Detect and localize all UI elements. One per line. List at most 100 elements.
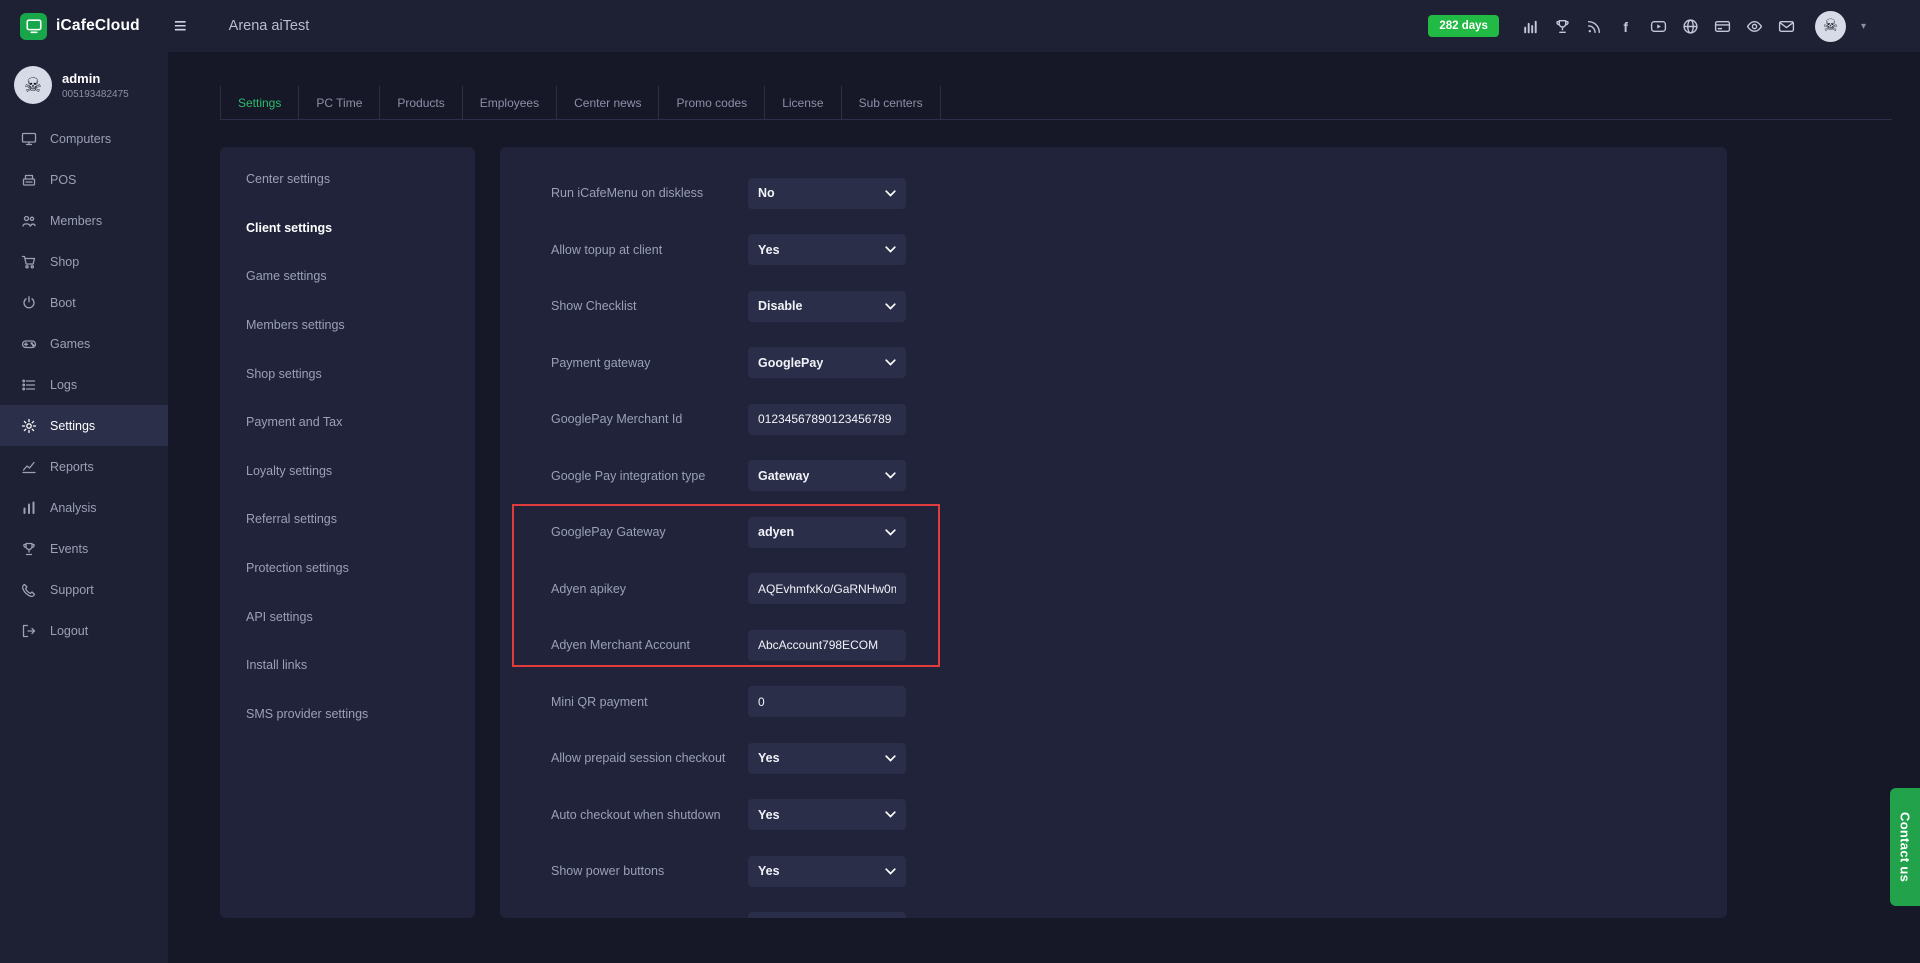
sidebar-item-reports[interactable]: Reports xyxy=(0,446,168,487)
next-setting-select[interactable] xyxy=(748,912,906,918)
skull-avatar-icon: ☠ xyxy=(1823,16,1838,36)
sidebar-item-shop[interactable]: Shop xyxy=(0,241,168,282)
settings-content: Center settings Client settings Game setti… xyxy=(220,147,1920,918)
user-id: 005193482475 xyxy=(62,89,129,100)
tab-bar: SettingsPC Time Products Employees Center n… xyxy=(220,86,1892,120)
field-label: Allow topup at client xyxy=(551,243,748,257)
tab-center-news[interactable]: Center news xyxy=(557,86,659,119)
youtube-icon[interactable] xyxy=(1650,18,1667,35)
settings-nav-protection-settings[interactable]: Protection settings xyxy=(220,544,475,593)
selected-value: Yes xyxy=(758,751,780,765)
chevron-down-icon xyxy=(885,529,896,536)
settings-nav-label: Referral settings xyxy=(246,512,337,526)
mini-qr-payment-input[interactable] xyxy=(748,686,906,717)
tab-employees[interactable]: Employees xyxy=(463,86,557,119)
tab-promo-codes[interactable]: Promo codes xyxy=(659,86,765,119)
tab-pc-time[interactable]: PC Time xyxy=(299,86,380,119)
menu-toggle-icon[interactable]: ≡ xyxy=(174,15,187,37)
form-row: Show ChecklistDisable xyxy=(551,278,1727,335)
mail-icon[interactable] xyxy=(1778,18,1795,35)
settings-nav-center-settings[interactable]: Center settings xyxy=(220,155,475,204)
field-label: Adyen apikey xyxy=(551,582,748,596)
selected-value: No xyxy=(758,186,775,200)
sidebar-item-members[interactable]: Members xyxy=(0,200,168,241)
settings-nav-sms-provider-settings[interactable]: SMS provider settings xyxy=(220,690,475,739)
sidebar-item-events[interactable]: Events xyxy=(0,528,168,569)
adyen-merchant-account-input[interactable] xyxy=(748,630,906,661)
form-row: Allow prepaid session checkoutYes xyxy=(551,730,1727,787)
settings-nav-api-settings[interactable]: API settings xyxy=(220,592,475,641)
facebook-icon[interactable]: f xyxy=(1618,18,1635,35)
form-row: Allow topup at clientYes xyxy=(551,222,1727,279)
tab-license[interactable]: License xyxy=(765,86,841,119)
form-row: Google Pay integration typeGateway xyxy=(551,448,1727,505)
header-icon-group: f xyxy=(1522,18,1795,35)
sidebar-item-pos[interactable]: POS xyxy=(0,159,168,200)
field-label: Auto checkout when shutdown xyxy=(551,808,748,822)
sidebar-item-games[interactable]: Games xyxy=(0,323,168,364)
show-power-buttons-select[interactable]: Yes xyxy=(748,856,906,887)
tab-sub-centers[interactable]: Sub centers xyxy=(842,86,941,119)
sidebar-item-support[interactable]: Support xyxy=(0,569,168,610)
googlepay-merchant-id-input[interactable] xyxy=(748,404,906,435)
billing-icon[interactable] xyxy=(1714,18,1731,35)
settings-nav-label: Members settings xyxy=(246,318,345,332)
settings-nav-install-links[interactable]: Install links xyxy=(220,641,475,690)
license-days-badge[interactable]: 282 days xyxy=(1428,15,1499,37)
contact-us-button[interactable]: Contact us xyxy=(1890,788,1920,906)
settings-nav-shop-settings[interactable]: Shop settings xyxy=(220,349,475,398)
settings-nav-client-settings[interactable]: Client settings xyxy=(220,204,475,253)
rss-icon[interactable] xyxy=(1586,18,1603,35)
settings-nav-label: SMS provider settings xyxy=(246,707,368,721)
user-avatar[interactable]: ☠ xyxy=(1815,11,1846,42)
sidebar-item-computers[interactable]: Computers xyxy=(0,118,168,159)
sidebar-item-logs[interactable]: Logs xyxy=(0,364,168,405)
settings-nav-loyalty-settings[interactable]: Loyalty settings xyxy=(220,447,475,496)
sidebar-item-label: Computers xyxy=(50,132,111,146)
report-chart-icon xyxy=(21,459,37,475)
sidebar-item-label: Settings xyxy=(50,419,95,433)
show-checklist-select[interactable]: Disable xyxy=(748,291,906,322)
trophy-icon[interactable] xyxy=(1554,18,1571,35)
field-label: Google Pay integration type xyxy=(551,469,748,483)
form-row: GooglePay Gatewayadyen xyxy=(551,504,1727,561)
settings-nav-payment-and-tax[interactable]: Payment and Tax xyxy=(220,398,475,447)
form-row: Adyen apikey xyxy=(551,561,1727,618)
sidebar-user-avatar[interactable]: ☠ xyxy=(14,66,52,104)
chevron-down-icon[interactable]: ▾ xyxy=(1861,21,1866,32)
main-content: SettingsPC Time Products Employees Center n… xyxy=(168,52,1920,963)
sidebar-item-logout[interactable]: Logout xyxy=(0,610,168,651)
globe-icon[interactable] xyxy=(1682,18,1699,35)
form-row: Mini QR payment xyxy=(551,674,1727,731)
chevron-down-icon xyxy=(885,472,896,479)
settings-nav-referral-settings[interactable]: Referral settings xyxy=(220,495,475,544)
stats-icon[interactable] xyxy=(1522,18,1539,35)
allow-topup-at-client-select[interactable]: Yes xyxy=(748,234,906,265)
settings-nav-members-settings[interactable]: Members settings xyxy=(220,301,475,350)
form-row: Run iCafeMenu on disklessNo xyxy=(551,165,1727,222)
tab-settings[interactable]: Settings xyxy=(220,86,299,119)
run-icafemenu-on-diskless-select[interactable]: No xyxy=(748,178,906,209)
googlepay-gateway-select[interactable]: adyen xyxy=(748,517,906,548)
payment-gateway-select[interactable]: GooglePay xyxy=(748,347,906,378)
sidebar-item-boot[interactable]: Boot xyxy=(0,282,168,323)
sidebar-item-analysis[interactable]: Analysis xyxy=(0,487,168,528)
gear-icon xyxy=(21,418,37,434)
auto-checkout-when-shutdown-select[interactable]: Yes xyxy=(748,799,906,830)
eye-icon[interactable] xyxy=(1746,18,1763,35)
tab-label: Employees xyxy=(480,96,539,110)
adyen-apikey-input[interactable] xyxy=(748,573,906,604)
field-label: Adyen Merchant Account xyxy=(551,638,748,652)
google-pay-integration-type-select[interactable]: Gateway xyxy=(748,460,906,491)
settings-nav-game-settings[interactable]: Game settings xyxy=(220,252,475,301)
settings-nav-label: Payment and Tax xyxy=(246,415,342,429)
boot-icon xyxy=(21,295,37,311)
sidebar-item-label: Support xyxy=(50,583,94,597)
selected-value: GooglePay xyxy=(758,356,823,370)
field-label: Show power buttons xyxy=(551,864,748,878)
tab-label: Products xyxy=(397,96,444,110)
sidebar-item-settings[interactable]: Settings xyxy=(0,405,168,446)
allow-prepaid-session-checkout-select[interactable]: Yes xyxy=(748,743,906,774)
tab-products[interactable]: Products xyxy=(380,86,462,119)
settings-nav-label: Client settings xyxy=(246,221,332,235)
